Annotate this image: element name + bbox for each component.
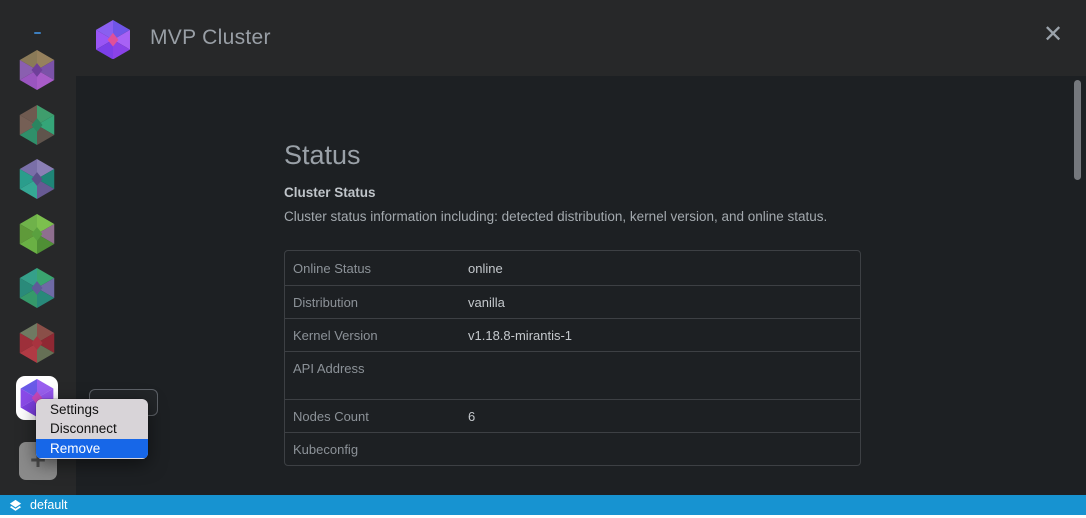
- row-label: API Address: [285, 352, 468, 376]
- row-value: 6: [468, 409, 475, 424]
- menu-item-disconnect[interactable]: Disconnect: [36, 419, 148, 438]
- section-description: Cluster status information including: de…: [284, 209, 827, 224]
- row-label: Online Status: [285, 261, 468, 276]
- row-value: vanilla: [468, 295, 505, 310]
- cluster-status-table: Online StatusonlineDistributionvanillaKe…: [284, 250, 861, 466]
- table-row: Kubeconfig: [285, 433, 860, 465]
- table-row: Nodes Count6: [285, 400, 860, 433]
- menu-item-settings[interactable]: Settings: [36, 400, 148, 419]
- row-label: Nodes Count: [285, 409, 468, 424]
- row-label: Distribution: [285, 295, 468, 310]
- layers-icon: [8, 498, 23, 513]
- close-icon[interactable]: ✕: [1038, 20, 1068, 50]
- menu-item-remove[interactable]: Remove: [36, 439, 148, 458]
- title-bar: MVP Cluster ✕: [0, 0, 1086, 76]
- table-row: API Address: [285, 352, 860, 400]
- table-row: Distributionvanilla: [285, 286, 860, 319]
- sidebar-item-cluster-5[interactable]: [18, 268, 56, 308]
- namespace-label: default: [30, 498, 68, 512]
- page-title: Status: [284, 140, 361, 171]
- row-label: Kubeconfig: [285, 442, 468, 457]
- sidebar-item-cluster-1[interactable]: [18, 50, 56, 90]
- table-row: Kernel Versionv1.18.8-mirantis-1: [285, 319, 860, 352]
- cluster-settings-panel: Status Cluster Status Cluster status inf…: [76, 76, 1086, 495]
- sidebar-item-cluster-3[interactable]: [18, 159, 56, 199]
- notification-dash: [34, 32, 41, 34]
- row-label: Kernel Version: [285, 328, 468, 343]
- row-value: online: [468, 261, 503, 276]
- status-bar: default: [0, 495, 1086, 515]
- app-window: MVP Cluster ✕ + Status Cluster Status Cl…: [0, 0, 1086, 518]
- cluster-context-menu: SettingsDisconnectRemove: [36, 399, 148, 459]
- sidebar-item-cluster-6[interactable]: [18, 323, 56, 363]
- sidebar-item-cluster-4[interactable]: [18, 214, 56, 254]
- window-title: MVP Cluster: [150, 26, 271, 50]
- section-title: Cluster Status: [284, 185, 376, 200]
- sidebar-item-cluster-2[interactable]: [18, 105, 56, 145]
- table-row: Online Statusonline: [285, 251, 860, 286]
- cluster-cube-icon: [96, 20, 130, 56]
- scrollbar-thumb[interactable]: [1074, 80, 1081, 180]
- row-value: v1.18.8-mirantis-1: [468, 328, 572, 343]
